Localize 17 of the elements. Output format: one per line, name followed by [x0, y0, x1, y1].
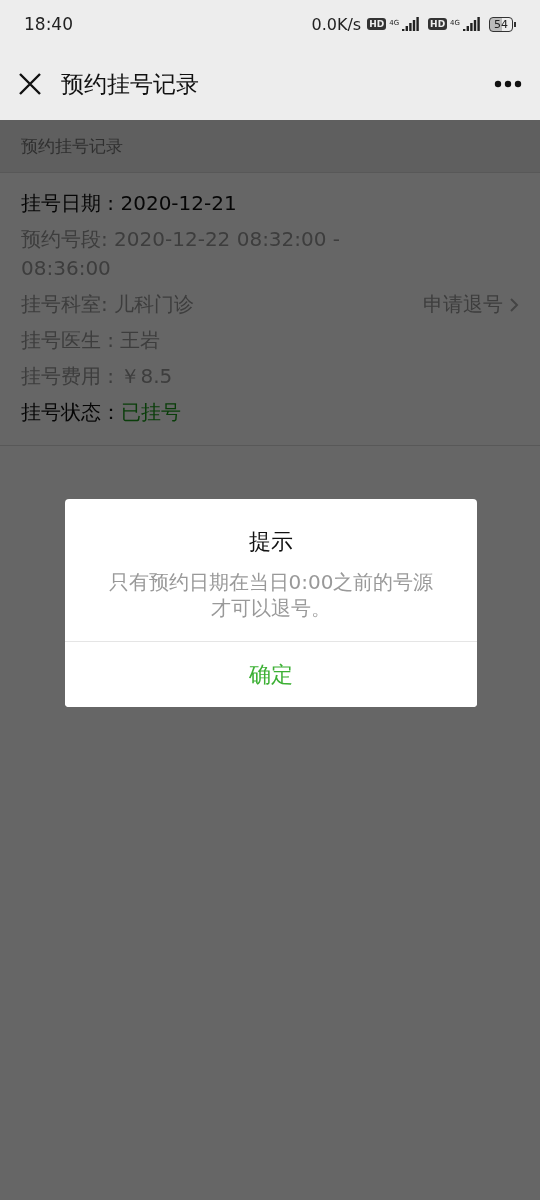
- clock-time: 18:40: [24, 14, 73, 34]
- battery-level: 54: [489, 16, 513, 32]
- more-icon[interactable]: [494, 80, 522, 88]
- network-speed: 0.0K/s: [311, 14, 362, 34]
- signal-icon: [402, 17, 421, 31]
- hd-badge: HD: [367, 18, 387, 30]
- page-title: 预约挂号记录: [61, 69, 200, 99]
- dialog-title: 提示: [249, 528, 293, 556]
- hd-badge: HD: [428, 18, 448, 30]
- status-value: 已挂号: [121, 399, 181, 426]
- confirm-button[interactable]: 确定: [65, 641, 477, 707]
- signal-icon: [463, 17, 481, 31]
- dialog-message: 只有预约日期在当日0:00之前的号源才可以退号。: [107, 569, 435, 621]
- chevron-icon: [509, 296, 519, 313]
- record-field: 挂号日期 : 2020-12-21: [21, 189, 237, 218]
- close-icon[interactable]: [18, 72, 42, 96]
- status-label: 挂号状态：: [21, 399, 121, 426]
